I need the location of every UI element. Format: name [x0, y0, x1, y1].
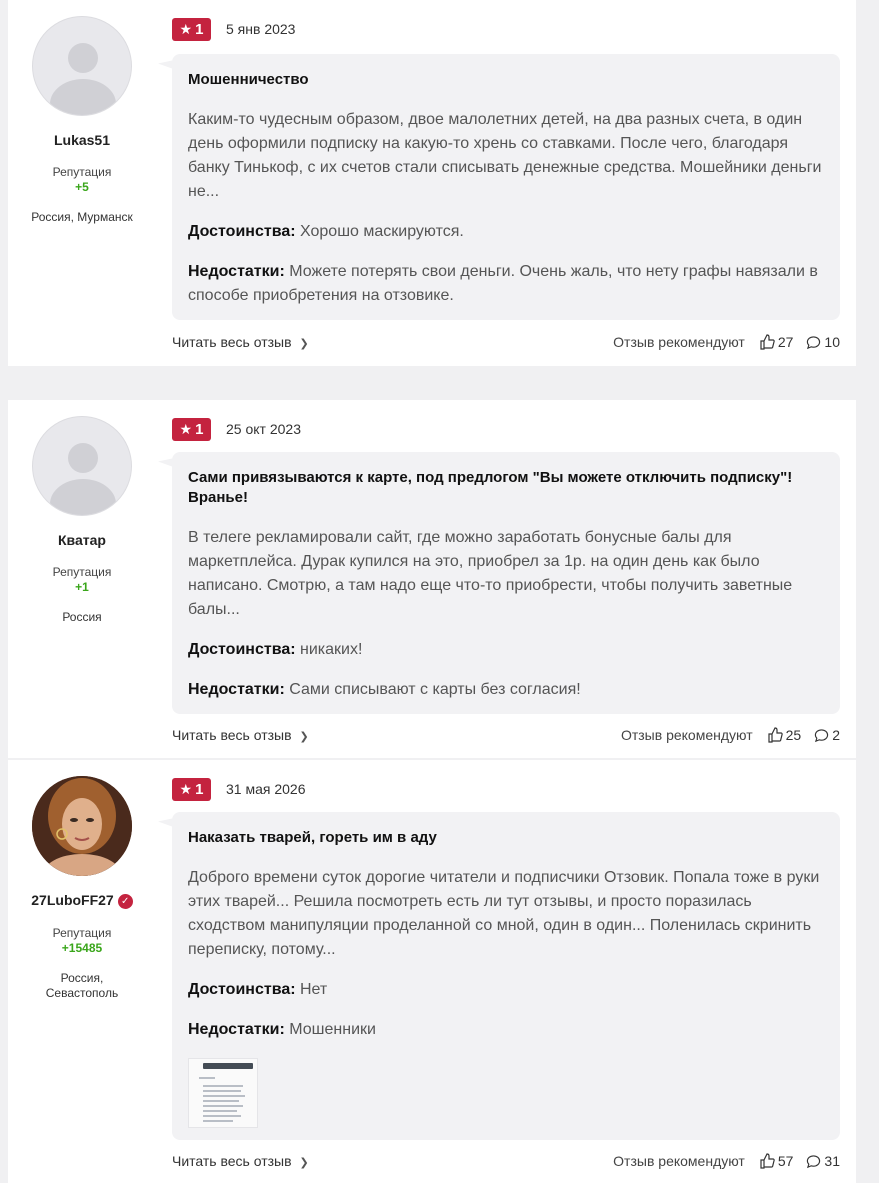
review-footer: Читать весь отзыв ❯ Отзыв рекомендуют 25 …	[172, 725, 840, 745]
review-text: Каким-то чудесным образом, двое малолетн…	[188, 111, 822, 200]
review-pros: Достоинства: Хорошо маскируются.	[188, 223, 464, 240]
review-date: 25 окт 2023	[226, 421, 301, 437]
review-text: Доброго времени суток дорогие читатели и…	[188, 869, 820, 958]
review-pros: Достоинства: Нет	[188, 981, 328, 998]
review-body: Наказать тварей, гореть им в аду Доброго…	[172, 812, 840, 1140]
review-card: Lukas51 Репутация +5 Россия, Мурманск ★ 1…	[8, 0, 856, 366]
review-footer: Читать весь отзыв ❯ Отзыв рекомендуют 27 …	[172, 332, 840, 352]
reputation-label: Репутация	[52, 165, 112, 179]
reputation-value: +15485	[61, 940, 103, 955]
read-more-link[interactable]: Читать весь отзыв ❯	[172, 1153, 309, 1169]
thumbs-up-icon	[760, 334, 775, 350]
username[interactable]: Lukas51	[8, 132, 156, 148]
review-card: Кватар Репутация +1 Россия ★ 1 25 окт 202…	[8, 400, 856, 758]
review-date: 31 мая 2026	[226, 781, 306, 797]
check-badge-icon: ✓	[117, 893, 133, 909]
recommend-label: Отзыв рекомендуют	[620, 727, 753, 743]
review-cons: Недостатки: Мошенники	[188, 1021, 376, 1038]
comment-icon	[807, 335, 821, 349]
read-more-link[interactable]: Читать весь отзыв ❯	[172, 727, 309, 743]
review-footer: Читать весь отзыв ❯ Отзыв рекомендуют 57 …	[172, 1151, 840, 1171]
avatar[interactable]	[32, 16, 132, 116]
rating-badge: ★ 1	[172, 17, 211, 41]
review-text: В телеге рекламировали сайт, где можно з…	[188, 529, 793, 618]
recommend-label: Отзыв рекомендуют	[613, 1153, 745, 1169]
review-author: Lukas51 Репутация +5 Россия, Мурманск	[8, 0, 156, 225]
rating-badge: ★ 1	[172, 777, 211, 801]
review-photo-thumbnail[interactable]	[188, 1058, 258, 1128]
chevron-right-icon: ❯	[299, 731, 309, 743]
review-cons: Недостатки: Сами списывают с карты без с…	[188, 681, 581, 698]
reputation-value: +1	[75, 580, 89, 594]
username[interactable]: 27LuboFF27 ✓	[8, 892, 156, 909]
comment-icon	[807, 1154, 821, 1168]
review-card: 27LuboFF27 ✓ Репутация +15485 Россия, Сев…	[8, 760, 856, 1183]
chevron-right-icon: ❯	[299, 338, 309, 350]
comments-button[interactable]: 10	[806, 334, 840, 350]
like-button[interactable]: 27	[759, 334, 793, 350]
chevron-right-icon: ❯	[299, 1157, 309, 1169]
review-title[interactable]: Мошенничество	[188, 70, 824, 90]
review-cons: Недостатки: Можете потерять свои деньги.…	[188, 263, 818, 304]
recommend-label: Отзыв рекомендуют	[613, 334, 745, 350]
star-icon: ★	[179, 20, 193, 37]
reputation-label: Репутация	[52, 565, 112, 579]
thumbs-up-icon	[768, 727, 783, 743]
review-author: Кватар Репутация +1 Россия	[8, 400, 156, 625]
rating-row: ★ 1 31 мая 2026	[172, 777, 306, 801]
user-location: Россия, Севастополь	[45, 970, 119, 1000]
avatar[interactable]	[32, 416, 132, 516]
rating-badge: ★ 1	[172, 417, 211, 441]
user-location: Россия, Мурманск	[31, 210, 133, 224]
review-date: 5 янв 2023	[226, 21, 296, 37]
read-more-link[interactable]: Читать весь отзыв ❯	[172, 334, 309, 350]
comments-button[interactable]: 2	[814, 727, 840, 743]
comments-button[interactable]: 31	[806, 1153, 840, 1169]
avatar[interactable]	[32, 776, 132, 876]
like-button[interactable]: 25	[767, 727, 801, 743]
review-title[interactable]: Наказать тварей, гореть им в аду	[188, 828, 824, 848]
star-icon: ★	[179, 780, 193, 797]
comment-icon	[815, 728, 829, 742]
star-icon: ★	[179, 420, 193, 437]
user-location: Россия	[62, 610, 102, 624]
review-author: 27LuboFF27 ✓ Репутация +15485 Россия, Сев…	[8, 760, 156, 1001]
rating-row: ★ 1 5 янв 2023	[172, 17, 295, 41]
reputation-label: Репутация	[52, 925, 112, 940]
review-body: Мошенничество Каким-то чудесным образом,…	[172, 54, 840, 320]
rating-row: ★ 1 25 окт 2023	[172, 417, 301, 441]
thumbs-up-icon	[760, 1153, 775, 1169]
review-title[interactable]: Сами привязываются к карте, под предлого…	[188, 468, 824, 508]
review-body: Сами привязываются к карте, под предлого…	[172, 452, 840, 714]
user-photo	[32, 776, 132, 876]
like-button[interactable]: 57	[759, 1153, 793, 1169]
username[interactable]: Кватар	[8, 532, 156, 548]
reputation-value: +5	[75, 180, 89, 194]
review-pros: Достоинства: никаких!	[188, 641, 363, 658]
